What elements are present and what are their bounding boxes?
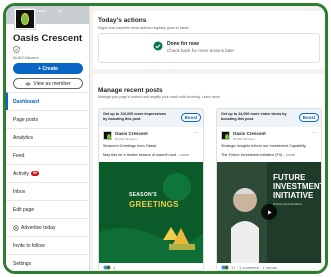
app-frame: Oasis Crescent Oasis Crescent 56,802 fol… [3,3,328,274]
image-caption: Priority Summit Miami [273,202,303,206]
boost-text: Get up to 24,000 more video views by boo… [221,112,287,121]
sidebar-item-label: Advertise today [21,224,56,231]
boost-button[interactable]: Boost [181,113,201,122]
main-content: Today's actions Pages that complete thes… [93,6,325,271]
post-card[interactable]: Get up to 110,000 more impressions by bo… [98,108,204,271]
sidebar-item-feed[interactable]: Feed [6,146,89,164]
greeting-graphic [99,162,203,263]
check-circle-icon [153,41,163,51]
reaction-count: 17 · 1 comment · 1 repost [231,265,277,270]
company-logo [14,8,36,30]
boost-strip: Get up to 24,000 more video views by boo… [217,109,321,127]
reactions-icon [221,265,229,270]
post-footer: 17 · 1 comment · 1 repost [221,265,277,270]
actions-subtitle: Pages that complete these actions regula… [98,26,189,30]
sidebar-item-label: Activity [13,170,29,177]
post-card[interactable]: Get up to 24,000 more video views by boo… [216,108,322,271]
sidebar-item-edit-page[interactable]: Edit page [6,200,89,218]
todays-actions-card: Today's actions Pages that complete thes… [93,11,325,69]
sidebar-item-analytics[interactable]: Analytics [6,128,89,146]
eye-icon [25,82,32,85]
post-text-line1: Strategic Insights Inform our Investment… [221,144,307,148]
done-subtitle: Check back for more actions later [167,48,235,53]
sidebar-item-label: Feed [13,152,25,159]
post-author[interactable]: Oasis Crescent [115,131,148,136]
boost-text: Get up to 110,000 more impressions by bo… [103,112,167,121]
recent-posts-card: Manage recent posts Manage your page's c… [93,74,325,271]
more-icon[interactable]: ··· [194,130,199,136]
sidebar-item-label: Settings [13,260,32,267]
post-author[interactable]: Oasis Crescent [233,131,266,136]
view-as-member-button[interactable]: View as member [13,78,83,89]
reactions-icon [103,265,111,270]
sidebar-item-label: Analytics [13,134,34,141]
post-text-line1: Season's Greetings from Oasis! [103,144,157,148]
post-text-line2: The Future Investment Initiative (FII) .… [221,153,295,157]
sidebar-item-invite[interactable]: Invite to follow [6,236,89,254]
sidebar-item-activity[interactable]: Activity 99 [6,164,89,182]
post-text: May this be a festive season of warmth a… [103,153,177,157]
boost-button[interactable]: Boost [299,113,319,122]
post-footer: 4 [103,265,115,270]
create-button[interactable]: + Create [13,63,83,74]
sidebar-item-dashboard[interactable]: Dashboard [6,92,89,110]
more-icon[interactable]: ··· [312,130,317,136]
sidebar-item-label: Edit page [13,206,35,213]
done-title: Done for now [167,41,199,47]
posts-subtitle: Manage your page's content and amplify y… [98,95,220,99]
play-icon[interactable] [261,204,277,220]
see-more-link[interactable]: ...more [283,153,295,157]
image-greeting-line2: GREETINGS [129,200,179,209]
sidebar-item-inbox[interactable]: Inbox [6,182,89,200]
sidebar-item-label: Dashboard [13,98,40,105]
see-more-link[interactable]: ...more [177,153,189,157]
followers-count: 56,802 followers [13,56,39,60]
sidebar-item-page-posts[interactable]: Page posts [6,110,89,128]
avatar [221,131,230,140]
sidebar-item-label: Inbox [13,188,26,195]
post-meta: 56,802 followers [115,137,137,141]
image-title-line1: FUTURE [273,173,306,182]
post-video[interactable]: FUTURE INVESTMENT INITIATIVE Priority Su… [217,162,322,263]
sidebar-item-label: Page posts [13,116,39,123]
chevron-down-icon[interactable] [58,9,63,14]
boost-strip: Get up to 110,000 more impressions by bo… [99,109,203,127]
post-image[interactable]: SEASON'S GREETINGS [99,162,203,263]
post-meta: 56,802 followers [233,137,255,141]
reaction-count: 4 [113,265,116,270]
image-title-line3: INITIATIVE [273,191,314,200]
avatar [103,131,112,140]
sidebar-item-settings[interactable]: Settings [6,254,89,271]
notification-badge: 99 [30,171,39,176]
image-greeting-line1: SEASON'S [129,192,158,198]
done-panel: Done for now Check back for more actions… [98,33,320,63]
posts-title: Manage recent posts [98,87,163,94]
actions-title: Today's actions [98,17,147,24]
company-name[interactable]: Oasis Crescent [13,33,82,44]
post-text-line2: May this be a festive season of warmth a… [103,153,189,157]
view-as-member-label: View as member [33,80,71,87]
verified-icon [13,46,20,53]
post-text: The Future Investment Initiative (FII) [221,153,283,157]
sidebar: Oasis Crescent Oasis Crescent 56,802 fol… [6,6,90,271]
image-title-line2: INVESTMENT [273,182,322,191]
sidebar-item-label: Invite to follow [13,242,45,249]
megaphone-icon [13,224,19,231]
sidebar-nav: Dashboard Page posts Analytics Feed Acti… [6,92,89,271]
sidebar-item-advertise[interactable]: Advertise today [6,218,89,236]
